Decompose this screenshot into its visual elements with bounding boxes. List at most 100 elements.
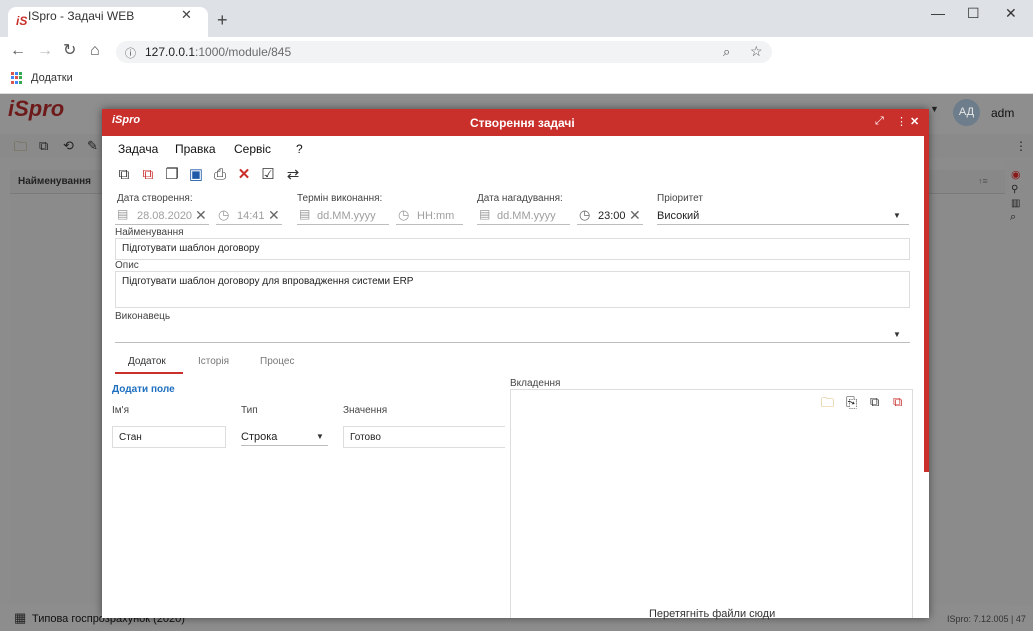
search-icon[interactable]: ⌕ — [1010, 211, 1016, 224]
forward-icon[interactable]: → — [37, 43, 53, 59]
app-more-icon[interactable]: ⋮ — [1015, 139, 1027, 153]
created-time-value: 14:41 — [237, 210, 265, 222]
reminder-calendar-icon[interactable]: ▤ — [479, 207, 490, 221]
expand-icon[interactable]: ⤢ — [875, 115, 884, 128]
url-host: 127.0.0.1 — [145, 45, 196, 59]
tab-close-icon[interactable]: ✕ — [181, 7, 192, 23]
name-label: Найменування — [115, 227, 184, 238]
priority-label: Пріоритет — [657, 193, 703, 204]
clock-icon[interactable]: ◷ — [218, 207, 229, 223]
save-icon[interactable]: ▣ — [187, 166, 205, 184]
col-type-header: Тип — [241, 405, 258, 416]
reminder-date-placeholder: dd.MM.yyyy — [497, 210, 556, 222]
url-text: 127.0.0.1:1000/module/845 — [145, 45, 291, 59]
assignee-select[interactable] — [115, 323, 910, 343]
user-name[interactable]: adm — [991, 106, 1014, 120]
tab-title: ISpro - Задачі WEB — [28, 9, 135, 23]
deadline-time-placeholder: HH:mm — [417, 210, 455, 222]
tab-process[interactable]: Процес — [260, 356, 295, 367]
deadline-calendar-icon[interactable]: ▤ — [299, 207, 310, 221]
clear-reminder-time-icon[interactable]: ✕ — [629, 207, 641, 224]
priority-chevron-icon[interactable]: ▼ — [893, 211, 901, 220]
right-sidebar — [1005, 160, 1033, 610]
star-icon[interactable]: ☆ — [750, 43, 763, 60]
chart-icon[interactable]: ▥ — [1011, 198, 1020, 209]
created-label: Дата створення: — [117, 193, 193, 204]
assignee-label: Виконавець — [115, 311, 171, 322]
bookmark-apps[interactable]: Додатки — [31, 72, 73, 84]
field-name-value: Стан — [119, 432, 142, 443]
calendar-icon[interactable]: ▤ — [117, 207, 128, 221]
close-red-icon[interactable]: ✕ — [235, 166, 253, 184]
reminder-time-value: 23:00 — [598, 210, 626, 222]
app-new-icon[interactable]: ⧉ — [39, 138, 48, 154]
open-folder-icon[interactable]: 🗀 — [14, 138, 27, 160]
url-path: :1000/module/845 — [195, 45, 292, 59]
reminder-label: Дата нагадування: — [477, 193, 563, 204]
drop-hint: Перетягніть файли сюди — [649, 608, 776, 620]
checkbox-icon[interactable]: ☑ — [259, 166, 277, 184]
list-column-name[interactable]: Найменування — [18, 176, 91, 187]
new-icon[interactable]: ⧉ — [115, 166, 133, 184]
field-value-value: Готово — [350, 432, 381, 443]
deadline-label: Термін виконання: — [297, 193, 383, 204]
zoom-icon[interactable]: ⌕ — [723, 44, 730, 60]
attachments-label: Вкладення — [510, 378, 561, 389]
dialog-scrollbar[interactable] — [924, 136, 929, 472]
home-icon[interactable]: ⌂ — [90, 43, 100, 59]
app-logo: iSpro — [8, 96, 65, 121]
status-version: ISpro: 7.12.005 | 47 — [947, 614, 1026, 624]
attachments-dropzone[interactable] — [510, 389, 913, 618]
dialog-menu-icon[interactable]: ⋮ — [896, 115, 907, 128]
clear-created-date-icon[interactable]: ✕ — [195, 207, 207, 224]
print-icon[interactable]: ⎙ — [211, 166, 229, 184]
reminder-clock-icon[interactable]: ◷ — [579, 207, 590, 223]
menu-service[interactable]: Сервіс — [234, 142, 271, 156]
clear-created-time-icon[interactable]: ✕ — [268, 207, 280, 224]
eye-icon[interactable]: ◉ — [1011, 168, 1021, 181]
field-type-value: Строка — [241, 431, 278, 443]
header-chevron-icon[interactable]: ▼ — [930, 104, 939, 114]
description-label: Опис — [115, 260, 139, 271]
dialog-title: Створення задачі — [470, 116, 575, 130]
new-tab-button[interactable]: + — [217, 11, 228, 29]
tab-attachment[interactable]: Додаток — [128, 356, 166, 367]
field-type-chevron-icon[interactable]: ▼ — [316, 432, 324, 441]
dialog-close-icon[interactable]: ✕ — [910, 115, 919, 128]
app-edit-icon[interactable]: ✎ — [87, 138, 98, 154]
sort-icon[interactable]: ↑≡ — [978, 176, 988, 186]
attach-folder-icon[interactable]: 🗀 — [821, 394, 834, 416]
reload-icon[interactable]: ↻ — [63, 43, 76, 59]
back-icon[interactable]: ← — [10, 43, 26, 59]
switch-icon[interactable]: ⇄ — [284, 166, 302, 184]
favicon-icon: iS — [16, 14, 28, 28]
attach-delete-icon[interactable]: ⧉ — [893, 394, 902, 410]
dialog-logo: iSpro — [112, 114, 141, 126]
avatar[interactable]: АД — [953, 99, 980, 126]
attach-clip-icon[interactable]: ⎘ — [846, 394, 857, 411]
minimize-icon[interactable]: — — [931, 5, 945, 21]
assignee-chevron-icon[interactable]: ▼ — [893, 330, 901, 339]
window-close-icon[interactable]: ✕ — [1005, 5, 1017, 22]
apps-icon[interactable] — [11, 72, 23, 84]
menu-edit[interactable]: Правка — [175, 142, 216, 156]
priority-value: Високий — [657, 210, 700, 222]
menu-help[interactable]: ? — [296, 142, 303, 156]
description-value: Підготувати шаблон договору для впровадж… — [122, 276, 414, 287]
maximize-icon[interactable]: ☐ — [967, 5, 980, 22]
site-info-icon[interactable]: ⓘ — [125, 45, 136, 61]
col-value-header: Значення — [343, 405, 388, 416]
menu-task[interactable]: Задача — [118, 142, 158, 156]
filter-icon[interactable]: ⚲ — [1011, 184, 1018, 195]
deadline-date-placeholder: dd.MM.yyyy — [317, 210, 376, 222]
created-date-value: 28.08.2020 — [137, 210, 193, 222]
name-value: Підготувати шаблон договору — [122, 243, 260, 254]
delete-doc-icon[interactable]: ⧉ — [139, 166, 157, 184]
org-icon: ▦ — [14, 610, 27, 625]
add-field-link[interactable]: Додати поле — [112, 384, 175, 395]
app-refresh-icon[interactable]: ⟲ — [63, 138, 74, 154]
tab-history[interactable]: Історія — [198, 356, 229, 367]
attach-new-icon[interactable]: ⧉ — [870, 394, 879, 410]
copy-icon[interactable]: ❐ — [163, 166, 181, 184]
deadline-clock-icon[interactable]: ◷ — [398, 207, 409, 223]
